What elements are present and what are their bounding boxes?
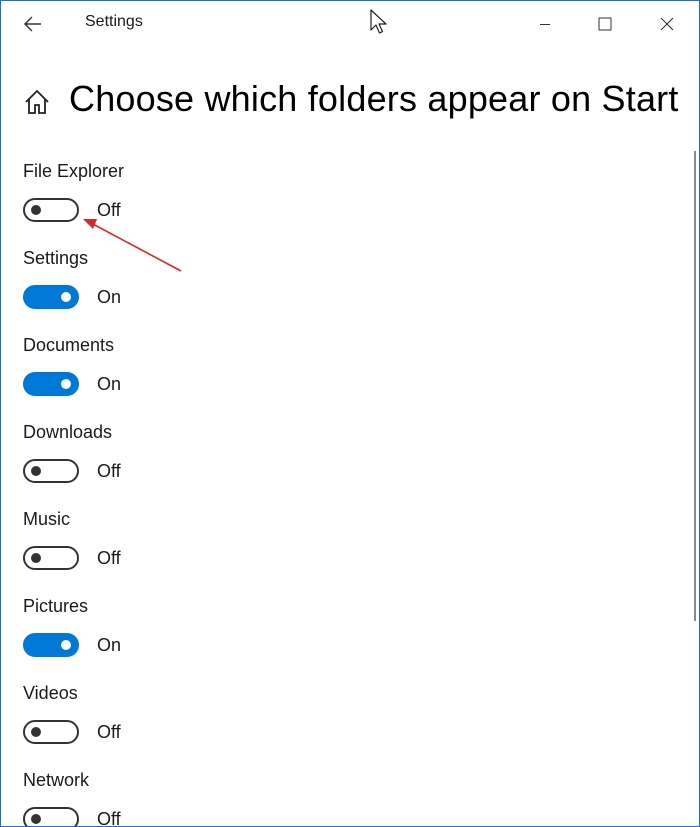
close-icon: [660, 17, 674, 31]
vertical-scrollbar[interactable]: [694, 151, 696, 621]
toggle-row: On: [23, 370, 121, 398]
toggle-state-label: Off: [97, 808, 121, 827]
setting-label: Documents: [23, 335, 115, 355]
toggle-state-label: Off: [97, 721, 121, 742]
network-toggle[interactable]: [23, 807, 79, 826]
toggle-knob: [31, 205, 41, 215]
setting-videos: Videos Off: [23, 679, 623, 766]
mouse-cursor-icon: [370, 9, 387, 34]
toggle-knob: [31, 727, 41, 737]
title-bar: Settings: [1, 1, 699, 47]
setting-network: Network Off: [23, 766, 623, 827]
toggle-row: Off: [23, 718, 121, 746]
maximize-icon: [598, 17, 612, 31]
toggle-row: On: [23, 283, 121, 311]
setting-pictures: Pictures On: [23, 592, 623, 679]
downloads-toggle[interactable]: [23, 459, 79, 483]
minimize-icon: [540, 24, 550, 25]
toggle-state-label: On: [97, 286, 122, 307]
setting-settings: Settings On: [23, 244, 623, 331]
setting-label: File Explorer: [23, 161, 125, 181]
toggle-state-label: Off: [97, 199, 121, 220]
setting-label: Network: [23, 770, 90, 790]
music-toggle[interactable]: [23, 546, 79, 570]
page-title: Choose which folders appear on Start: [69, 78, 679, 119]
toggle-row: Off: [23, 805, 121, 827]
toggle-row: Off: [23, 457, 121, 485]
settings-window: Settings Choose which folders appear on …: [0, 0, 700, 827]
setting-documents: Documents On: [23, 331, 623, 418]
minimize-button[interactable]: [515, 1, 575, 47]
setting-file-explorer: File Explorer Off: [23, 157, 623, 244]
window-title: Settings: [85, 13, 143, 30]
toggle-state-label: Off: [97, 547, 121, 568]
setting-label: Videos: [23, 683, 78, 703]
toggle-knob: [31, 553, 41, 563]
toggle-row: Off: [23, 196, 121, 224]
toggle-state-label: On: [97, 634, 122, 655]
toggle-knob: [31, 466, 41, 476]
toggle-row: Off: [23, 544, 121, 572]
settings-toggle[interactable]: [23, 285, 79, 309]
file-explorer-toggle[interactable]: [23, 198, 79, 222]
toggle-state-label: On: [97, 373, 122, 394]
toggle-knob: [61, 640, 71, 650]
toggle-knob: [61, 292, 71, 302]
videos-toggle[interactable]: [23, 720, 79, 744]
toggle-knob: [61, 379, 71, 389]
setting-label: Pictures: [23, 596, 89, 616]
close-button[interactable]: [637, 1, 697, 47]
folder-settings-list: File Explorer Off Settings On Documents …: [23, 157, 623, 827]
page-header: Choose which folders appear on Start: [23, 75, 679, 123]
setting-label: Downloads: [23, 422, 113, 442]
pictures-toggle[interactable]: [23, 633, 79, 657]
setting-music: Music Off: [23, 505, 623, 592]
toggle-row: On: [23, 631, 121, 659]
toggle-knob: [31, 814, 41, 824]
setting-label: Music: [23, 509, 71, 529]
back-button[interactable]: [15, 7, 51, 41]
documents-toggle[interactable]: [23, 372, 79, 396]
toggle-state-label: Off: [97, 460, 121, 481]
maximize-button[interactable]: [575, 1, 635, 47]
setting-label: Settings: [23, 248, 89, 268]
back-arrow-icon: [24, 16, 41, 32]
setting-downloads: Downloads Off: [23, 418, 623, 505]
home-icon: [25, 89, 49, 114]
